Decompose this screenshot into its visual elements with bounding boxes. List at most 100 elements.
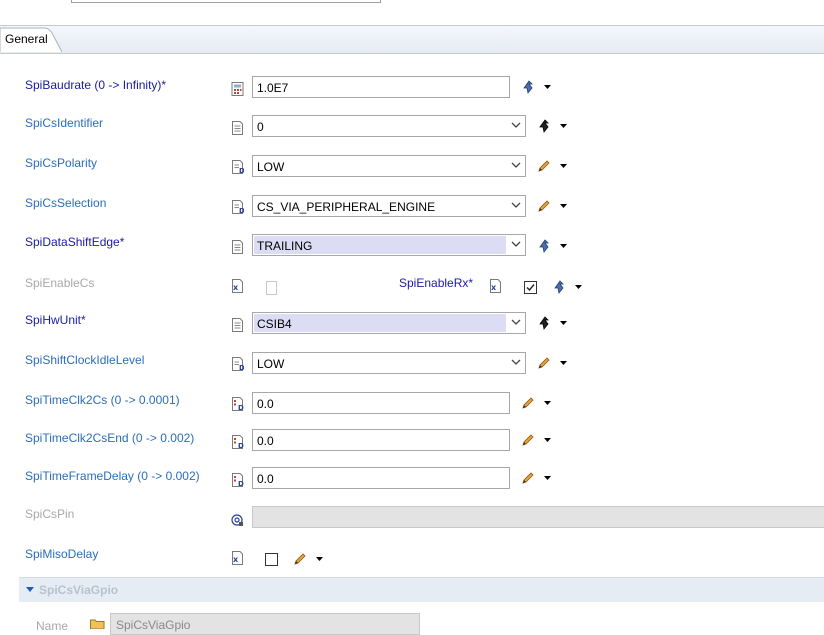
pencil-icon[interactable] bbox=[537, 199, 551, 213]
cs-selection-select[interactable]: CS_VIA_PERIPHERAL_ENGINE bbox=[252, 195, 526, 217]
time-clk2cs-label: SpiTimeClk2Cs (0 -> 0.0001) bbox=[25, 393, 180, 407]
chevron-down-icon[interactable] bbox=[560, 204, 567, 208]
data-shift-edge-select[interactable]: TRAILING bbox=[252, 234, 526, 256]
svg-text:D: D bbox=[238, 404, 244, 411]
chevron-down-icon bbox=[511, 202, 521, 208]
chevron-down-icon[interactable] bbox=[544, 476, 551, 480]
name-value: SpiCsViaGpio bbox=[116, 618, 191, 632]
section-header-cs-via-gpio[interactable]: SpiCsViaGpio bbox=[19, 577, 824, 602]
name-label: Name bbox=[36, 619, 69, 633]
boolean-icon: x bbox=[232, 551, 243, 565]
chevron-down-icon[interactable] bbox=[560, 244, 567, 248]
svg-text:D: D bbox=[239, 364, 244, 371]
chevron-down-icon[interactable] bbox=[544, 401, 551, 405]
chevron-down-icon bbox=[511, 319, 521, 325]
calculated-value-icon[interactable] bbox=[522, 80, 536, 94]
chevron-down-icon[interactable] bbox=[560, 361, 567, 365]
svg-text:x: x bbox=[233, 555, 239, 564]
document-icon bbox=[232, 121, 243, 135]
svg-text:D: D bbox=[239, 207, 244, 214]
calculated-value-icon[interactable] bbox=[553, 280, 567, 294]
derived-value-icon[interactable] bbox=[538, 119, 552, 133]
hw-unit-value: CSIB4 bbox=[257, 317, 292, 331]
chevron-down-icon[interactable] bbox=[575, 285, 582, 289]
miso-delay-checkbox[interactable] bbox=[265, 553, 278, 566]
chevron-down-icon bbox=[511, 241, 521, 247]
section-title: SpiCsViaGpio bbox=[39, 583, 119, 597]
miso-delay-label: SpiMisoDelay bbox=[25, 547, 99, 561]
cs-identifier-value: 0 bbox=[257, 120, 264, 134]
cs-identifier-label: SpiCsIdentifier bbox=[25, 116, 104, 130]
chevron-down-icon[interactable] bbox=[560, 164, 567, 168]
cs-pin-label: SpiCsPin bbox=[25, 507, 75, 521]
cs-selection-label: SpiCsSelection bbox=[25, 196, 107, 210]
chevron-down-icon[interactable] bbox=[316, 557, 323, 561]
boolean-icon: x bbox=[490, 279, 501, 293]
cs-polarity-label: SpiCsPolarity bbox=[25, 156, 98, 170]
enable-rx-checkbox[interactable] bbox=[524, 281, 537, 294]
shift-clock-idle-label: SpiShiftClockIdleLevel bbox=[25, 353, 145, 367]
cs-identifier-select[interactable]: 0 bbox=[252, 115, 526, 137]
time-clk2cs-input[interactable]: 0.0 bbox=[252, 392, 510, 414]
reference-icon bbox=[231, 514, 243, 526]
pencil-icon[interactable] bbox=[537, 356, 551, 370]
pencil-icon[interactable] bbox=[293, 552, 307, 566]
pencil-icon[interactable] bbox=[537, 159, 551, 173]
time-clk2cs-end-label: SpiTimeClk2CsEnd (0 -> 0.002) bbox=[25, 431, 195, 445]
baudrate-input[interactable]: 1.0E7 bbox=[252, 76, 510, 98]
hw-unit-label: SpiHwUnit* bbox=[25, 313, 86, 327]
enum-document-icon: D bbox=[232, 160, 244, 174]
cs-selection-value: CS_VIA_PERIPHERAL_ENGINE bbox=[257, 200, 436, 214]
cs-pin-reference-field bbox=[252, 506, 824, 528]
boolean-icon: x bbox=[232, 279, 243, 293]
numeric-document-icon: D bbox=[232, 435, 244, 449]
enum-document-icon: D bbox=[232, 200, 244, 214]
baudrate-label: SpiBaudrate (0 -> Infinity)* bbox=[25, 78, 167, 92]
cs-polarity-value: LOW bbox=[257, 160, 285, 174]
chevron-down-icon bbox=[511, 162, 521, 168]
chevron-down-icon[interactable] bbox=[560, 321, 567, 325]
numeric-document-icon: D bbox=[232, 473, 244, 487]
time-clk2cs-value: 0.0 bbox=[257, 397, 274, 411]
time-clk2cs-end-input[interactable]: 0.0 bbox=[252, 429, 510, 451]
svg-text:D: D bbox=[238, 442, 244, 449]
hw-unit-select[interactable]: CSIB4 bbox=[252, 312, 526, 334]
enable-rx-label: SpiEnableRx* bbox=[399, 276, 474, 290]
pencil-icon[interactable] bbox=[521, 396, 535, 410]
chevron-down-icon bbox=[511, 122, 521, 128]
time-frame-delay-input[interactable]: 0.0 bbox=[252, 467, 510, 489]
svg-text:D: D bbox=[238, 480, 244, 487]
shift-clock-idle-select[interactable]: LOW bbox=[252, 352, 526, 374]
checkmark-icon bbox=[526, 284, 535, 292]
time-clk2cs-end-value: 0.0 bbox=[257, 434, 274, 448]
chevron-down-icon[interactable] bbox=[544, 85, 551, 89]
name-field: SpiCsViaGpio bbox=[110, 613, 420, 635]
time-frame-delay-label: SpiTimeFrameDelay (0 -> 0.002) bbox=[25, 469, 200, 483]
document-icon bbox=[232, 240, 243, 254]
enable-cs-label: SpiEnableCs bbox=[25, 276, 95, 290]
chevron-down-icon[interactable] bbox=[560, 124, 567, 128]
top-input-edge bbox=[71, 0, 381, 3]
pencil-icon[interactable] bbox=[521, 433, 535, 447]
cs-polarity-select[interactable]: LOW bbox=[252, 155, 526, 177]
data-shift-edge-value: TRAILING bbox=[257, 239, 313, 253]
tab-general-label: General bbox=[5, 32, 48, 46]
document-icon bbox=[232, 318, 243, 332]
collapse-triangle-icon[interactable] bbox=[26, 587, 34, 592]
baudrate-value: 1.0E7 bbox=[257, 81, 289, 95]
data-shift-edge-label: SpiDataShiftEdge* bbox=[25, 235, 125, 249]
calculated-value-icon[interactable] bbox=[538, 239, 552, 253]
chevron-down-icon bbox=[511, 359, 521, 365]
svg-text:D: D bbox=[239, 167, 244, 174]
shift-clock-idle-value: LOW bbox=[257, 357, 285, 371]
numeric-document-icon: D bbox=[232, 397, 244, 411]
tab-general[interactable]: General bbox=[0, 27, 62, 52]
chevron-down-icon[interactable] bbox=[544, 438, 551, 442]
enable-cs-checkbox[interactable] bbox=[266, 281, 277, 295]
folder-icon bbox=[90, 619, 105, 629]
svg-text:x: x bbox=[233, 283, 239, 292]
derived-value-icon[interactable] bbox=[538, 316, 552, 330]
tab-strip bbox=[0, 25, 824, 54]
pencil-icon[interactable] bbox=[521, 471, 535, 485]
enum-document-icon: D bbox=[232, 357, 244, 371]
